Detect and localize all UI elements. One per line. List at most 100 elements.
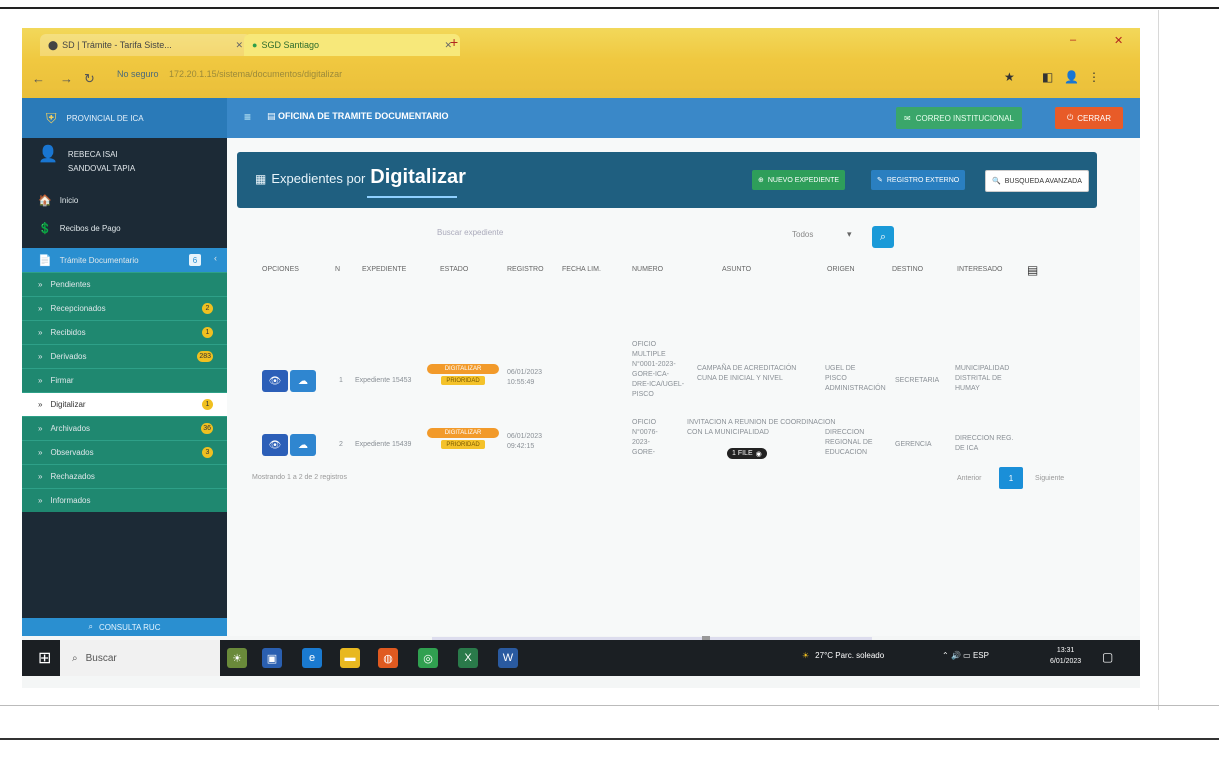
profile-icon[interactable]: 👤 xyxy=(1064,70,1079,84)
filter-select[interactable]: Todos xyxy=(792,230,813,239)
system-tray[interactable]: ⌃ 🔊 ▭ ESP xyxy=(942,651,989,660)
weather-widget[interactable]: ☀ 27°C Parc. soleado xyxy=(802,651,884,660)
page-1-button[interactable]: 1 xyxy=(999,467,1023,489)
next-page-link[interactable]: Siguiente xyxy=(1035,475,1064,482)
chevron-down-icon[interactable]: ▾ xyxy=(847,229,852,240)
windows-taskbar: ⊞ ⌕ Buscar ☀ ▣ e ▬ ◍ ◎ X W ☀ 27°C Parc. … xyxy=(22,640,1140,676)
close-window-button[interactable]: ✕ xyxy=(1114,34,1123,47)
taskbar-clock[interactable]: 13:31 6/01/2023 xyxy=(1050,645,1081,667)
brand[interactable]: ⛨ PROVINCIAL DE ICA xyxy=(22,98,227,138)
nuevo-expediente-button[interactable]: ⊕ NUEVO EXPEDIENTE xyxy=(752,170,846,190)
view-button[interactable]: 👁 xyxy=(262,370,288,392)
column-header[interactable]: ASUNTO xyxy=(722,266,751,273)
upload-button[interactable]: ☁ xyxy=(290,370,316,392)
firefox-icon[interactable]: ◍ xyxy=(378,648,398,668)
nuevo-label: NUEVO EXPEDIENTE xyxy=(767,176,840,184)
word-icon[interactable]: W xyxy=(498,648,518,668)
sidebar-item-recibidos[interactable]: » Recibidos 1 xyxy=(22,320,227,344)
column-header[interactable]: N xyxy=(335,266,340,273)
prioridad-badge: PRIORIDAD xyxy=(441,376,485,385)
app-top-bar: ⛨ PROVINCIAL DE ICA ≡ ▤ OFICINA DE TRAMI… xyxy=(22,98,1140,138)
column-header[interactable]: ESTADO xyxy=(440,266,468,273)
excel-icon[interactable]: X xyxy=(458,648,478,668)
url-field[interactable]: No seguro 172.20.1.15/sistema/documentos… xyxy=(117,69,342,79)
sidebar-item-digitalizar[interactable]: » Digitalizar 1 xyxy=(22,392,227,416)
taskbar-search-text: Buscar xyxy=(85,652,117,664)
column-header[interactable]: REGISTRO xyxy=(507,266,544,273)
clock-time: 13:31 xyxy=(1056,647,1075,654)
edge-browser-icon[interactable]: e xyxy=(302,648,322,668)
attachment-pill[interactable]: 1 FILE ◉ xyxy=(727,448,767,459)
search-input[interactable]: Buscar expediente xyxy=(437,228,503,237)
registro-externo-button[interactable]: ✎ REGISTRO EXTERNO xyxy=(871,170,966,190)
column-header[interactable]: FECHA LIM. xyxy=(562,266,601,273)
security-label: No seguro xyxy=(117,69,159,79)
sidebar-item-tramite-documentario[interactable]: 📄 Trámite Documentario 6 ‹ xyxy=(22,248,227,272)
sidebar-item-observados[interactable]: » Observados 3 xyxy=(22,440,227,464)
registro-date: 06/01/2023 xyxy=(507,369,543,376)
notifications-icon[interactable]: ▢ xyxy=(1102,650,1113,664)
sidebar-item-recibos[interactable]: 💲 Recibos de Pago xyxy=(22,216,227,240)
cerrar-sesion-button[interactable]: ⏻ CERRAR xyxy=(1055,107,1123,129)
search-button[interactable]: ⌕ xyxy=(872,226,894,248)
prev-page-link[interactable]: Anterior xyxy=(957,475,982,482)
sidebar-item-firmar[interactable]: » Firmar xyxy=(22,368,227,392)
double-chevron-icon: » xyxy=(38,400,43,409)
row-number: 2 xyxy=(339,441,343,448)
sidebar-item-derivados[interactable]: » Derivados 283 xyxy=(22,344,227,368)
registro-date: 06/01/2023 xyxy=(507,433,543,440)
asunto-line: CAMPAÑA DE ACREDITACIÓN xyxy=(697,365,797,372)
search-doc-icon: ⌕ xyxy=(88,622,93,631)
file-explorer-icon[interactable]: ▬ xyxy=(340,648,360,668)
sidebar-item-rechazados[interactable]: » Rechazados xyxy=(22,464,227,488)
widgets-icon[interactable]: ☀ xyxy=(227,648,247,668)
sidebar-item-label: Informados xyxy=(50,496,91,505)
column-header[interactable]: INTERESADO xyxy=(957,266,1003,273)
sidebar-item-archivados[interactable]: » Archivados 36 xyxy=(22,416,227,440)
consulta-ruc-button[interactable]: ⌕ CONSULTA RUC xyxy=(22,618,227,636)
view-button[interactable]: 👁 xyxy=(262,434,288,456)
column-header[interactable]: DESTINO xyxy=(892,266,923,273)
origen-cell: UGEL DE PISCO ADMINISTRACIÓN xyxy=(825,364,886,394)
windows-start-icon[interactable]: ⊞ xyxy=(38,648,51,668)
monitor-screen: ⬤ SD | Trámite - Tarifa Siste... ✕ ● SGD… xyxy=(22,28,1140,688)
column-toggle-icon[interactable]: ▤ xyxy=(1027,263,1038,277)
task-view-icon[interactable]: ▣ xyxy=(262,648,282,668)
correo-institucional-button[interactable]: ✉ CORREO INSTITUCIONAL xyxy=(896,107,1022,129)
column-header[interactable]: ORIGEN xyxy=(827,266,855,273)
column-header[interactable]: EXPEDIENTE xyxy=(362,266,406,273)
menu-toggle-icon[interactable]: ≡ xyxy=(244,110,251,124)
busqueda-avanzada-button[interactable]: 🔍 BUSQUEDA AVANZADA xyxy=(985,170,1089,192)
section-title-big: Digitalizar xyxy=(370,166,466,188)
sidebar-item-pendientes[interactable]: » Pendientes xyxy=(22,272,227,296)
sidebar-item-recepcionados[interactable]: » Recepcionados 2 xyxy=(22,296,227,320)
back-icon[interactable]: ← xyxy=(32,71,45,86)
column-header[interactable]: NUMERO xyxy=(632,266,663,273)
browser-tab-1[interactable]: ⬤ SD | Trámite - Tarifa Siste... ✕ xyxy=(40,34,251,56)
browser-tab-2[interactable]: ● SGD Santiago ✕ xyxy=(244,34,460,56)
page-title: ▤ OFICINA DE TRAMITE DOCUMENTARIO xyxy=(267,111,449,122)
forward-icon[interactable]: → xyxy=(60,71,73,86)
sidebar-item-informados[interactable]: » Informados xyxy=(22,488,227,512)
column-header[interactable]: OPCIONES xyxy=(262,266,299,273)
expediente-cell[interactable]: Expediente 15439 xyxy=(355,440,411,450)
close-tab-icon[interactable]: ✕ xyxy=(235,40,243,51)
chevron-up-icon: ⌃ xyxy=(942,651,949,660)
chrome-icon[interactable]: ◎ xyxy=(418,648,438,668)
browser-menu-icon[interactable]: ⋮ xyxy=(1088,70,1100,84)
origen-cell: DIRECCION REGIONAL DE EDUCACION xyxy=(825,428,873,458)
upload-button[interactable]: ☁ xyxy=(290,434,316,456)
origen-line: EDUCACION xyxy=(825,449,868,456)
sidebar-toggle-icon[interactable]: ◧ xyxy=(1042,70,1053,84)
count-badge: 1 xyxy=(202,327,213,338)
taskbar-search[interactable]: ⌕ Buscar xyxy=(60,640,220,676)
brand-name: PROVINCIAL DE ICA xyxy=(66,113,144,123)
new-tab-button[interactable]: + xyxy=(450,34,458,50)
pagination-info: Mostrando 1 a 2 de 2 registros xyxy=(252,474,347,481)
sidebar-item-inicio[interactable]: 🏠 Inicio xyxy=(22,188,227,212)
minimize-button[interactable]: – xyxy=(1070,34,1076,46)
interesado-line: DISTRITAL DE xyxy=(955,375,1002,382)
bookmark-star-icon[interactable]: ★ xyxy=(1004,70,1015,84)
expediente-cell[interactable]: Expediente 15453 xyxy=(355,376,411,386)
reload-icon[interactable]: ↻ xyxy=(84,71,95,87)
